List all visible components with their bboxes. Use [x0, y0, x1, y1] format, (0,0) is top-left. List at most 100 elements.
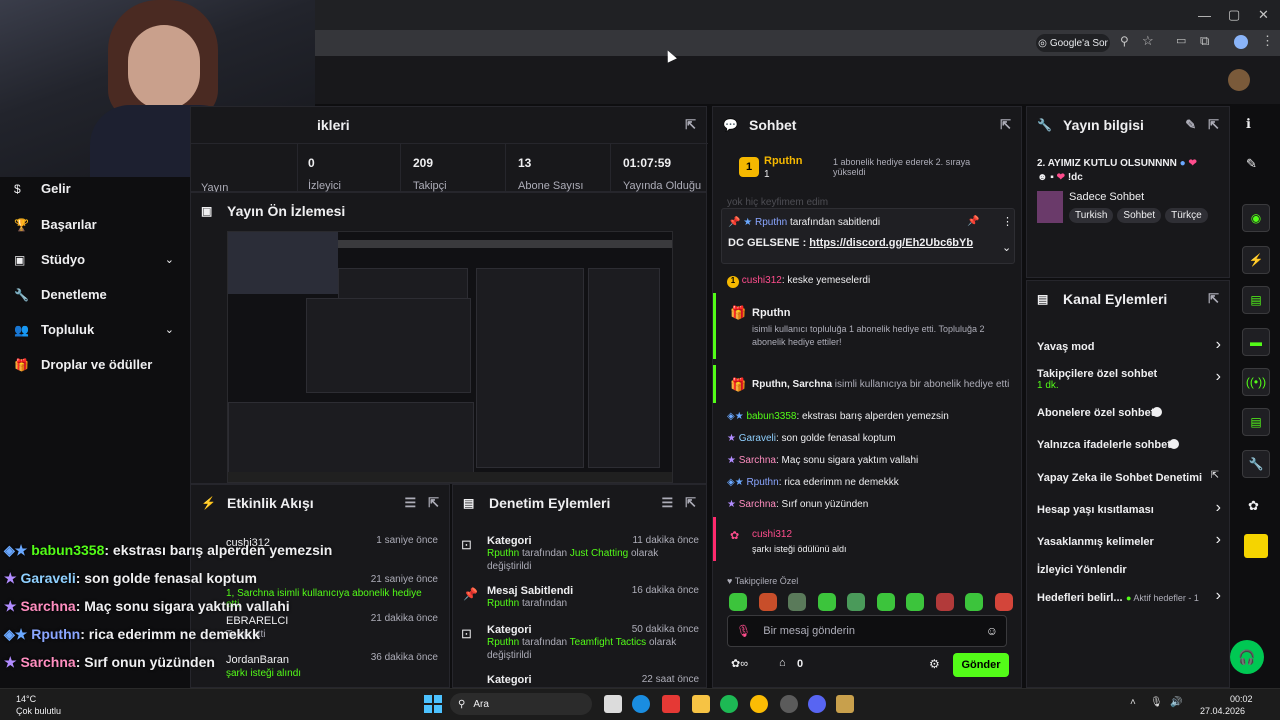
sidebar-item-drops[interactable]: 🎁 Droplar ve ödüller: [14, 357, 152, 372]
unpin-icon[interactable]: 📌: [967, 216, 979, 227]
tag[interactable]: Turkish: [1069, 208, 1114, 223]
clock-date[interactable]: 27.04.2026: [1200, 706, 1245, 716]
chat-input[interactable]: 🎙 Bir mesaj gönderin ☺: [727, 615, 1007, 647]
action-banned-words[interactable]: Yasaklanmış kelimeler ›: [1037, 531, 1221, 548]
chevron-down-icon[interactable]: ⌄: [1002, 241, 1011, 254]
chrome-icon[interactable]: [750, 695, 768, 713]
discord-link[interactable]: https://discord.gg/Eh2Ubc6bYb: [809, 237, 973, 249]
microphone-icon[interactable]: 🎙: [736, 624, 751, 638]
stats-panel: ikleri ⇱ Yayın 0 İzleyici 209 Takipçi 13…: [190, 106, 708, 194]
maximize-icon[interactable]: ▢: [1228, 7, 1240, 23]
preview-browserbar: [338, 240, 672, 248]
profile-avatar[interactable]: [1234, 35, 1248, 49]
stream-preview-video[interactable]: [227, 231, 673, 483]
popout-icon[interactable]: ⇱: [428, 495, 439, 511]
microphone-icon[interactable]: 🎙: [1150, 697, 1163, 708]
cast-icon[interactable]: ▭: [1176, 34, 1186, 47]
filter-icon[interactable]: ☰: [404, 495, 416, 511]
emote-icon[interactable]: [994, 593, 1013, 611]
popout-icon[interactable]: ⇱: [685, 117, 696, 133]
chat-bubble-icon[interactable]: ▬: [1242, 328, 1270, 356]
preview-stats: [338, 268, 468, 300]
filter-icon[interactable]: ☰: [661, 495, 673, 511]
stats-title: ikleri: [317, 117, 350, 133]
windows-start-icon[interactable]: [424, 695, 442, 713]
support-headset-icon[interactable]: 🎧: [1230, 640, 1264, 674]
category-thumbnail[interactable]: [1037, 191, 1063, 223]
broadcast-icon[interactable]: ((•)): [1242, 368, 1270, 396]
points-icon[interactable]: ✿: [1248, 498, 1259, 514]
chevron-right-icon: ›: [1215, 368, 1221, 385]
emote-icon[interactable]: [729, 593, 747, 611]
action-subscribers-only[interactable]: Abonelere özel sohbet: [1037, 405, 1221, 419]
edge-browser-icon[interactable]: [632, 695, 650, 713]
sidebar-item-revenue[interactable]: $ Gelir: [14, 181, 71, 196]
sidebar-item-studio[interactable]: ▣ Stüdyo ⌄: [14, 252, 174, 267]
edit-pencil-icon[interactable]: ✎: [1185, 117, 1196, 133]
more-options-icon[interactable]: ⋮: [1002, 215, 1013, 228]
obs-icon[interactable]: [780, 695, 798, 713]
task-view-icon[interactable]: [604, 695, 622, 713]
emote-icon[interactable]: [758, 593, 777, 611]
discord-icon[interactable]: [808, 695, 826, 713]
bolt-icon[interactable]: ⚡: [1242, 246, 1270, 274]
list-item: 📌 Mesaj Sabitlendi 16 dakika önce Rputhn…: [463, 585, 699, 609]
bookmark-star-icon[interactable]: ☆: [1142, 33, 1154, 49]
sidebar-item-moderation[interactable]: 🔧 Denetleme: [14, 287, 107, 302]
emote-icon[interactable]: [935, 593, 954, 611]
chat-message: 1 cushi312: keske yemeselerdi: [727, 275, 870, 288]
emote-icon[interactable]: [788, 593, 807, 611]
browser-menu-icon[interactable]: ⋮: [1261, 33, 1274, 49]
google-ask-button[interactable]: ◎ Google'a Sor: [1036, 34, 1110, 52]
emote-icon[interactable]: [817, 593, 836, 611]
action-account-age[interactable]: Hesap yaşı kısıtlaması ›: [1037, 499, 1221, 516]
wrench-icon[interactable]: 🔧: [1242, 450, 1270, 478]
action-raid[interactable]: İzleyici Yönlendir: [1037, 562, 1221, 576]
points-icon[interactable]: ✿∞: [731, 657, 748, 670]
popout-icon[interactable]: ⇱: [1208, 117, 1219, 133]
emote-icon[interactable]: [876, 593, 895, 611]
action-emotes-only[interactable]: Yalnızca ifadelerle sohbet: [1037, 437, 1221, 451]
emote-icon[interactable]: [965, 593, 984, 611]
sidebar-item-achievements[interactable]: 🏆 Başarılar: [14, 217, 97, 232]
camera-icon[interactable]: ◉: [1242, 204, 1270, 232]
spotify-icon[interactable]: [720, 695, 738, 713]
chest-icon[interactable]: ⌂: [779, 657, 786, 669]
action-followers-only[interactable]: Takipçilere özel sohbet 1 dk. ›: [1037, 366, 1221, 391]
send-button[interactable]: Gönder: [953, 653, 1009, 677]
close-icon[interactable]: ✕: [1258, 7, 1269, 23]
extensions-icon[interactable]: ⧉: [1200, 33, 1209, 49]
info-icon[interactable]: ℹ: [1246, 116, 1251, 132]
minimize-icon[interactable]: —: [1198, 8, 1211, 23]
emoji-icon[interactable]: ☺: [986, 624, 998, 638]
settings-gear-icon[interactable]: ⚙: [929, 657, 940, 671]
app-p-icon[interactable]: [662, 695, 680, 713]
game-icon[interactable]: [1244, 534, 1268, 558]
clock-time[interactable]: 00:02: [1230, 694, 1253, 704]
pinned-message[interactable]: 📌 ★ Rputhn tarafından sabitlendi 📌 ⋮ DC …: [721, 208, 1015, 264]
chevron-right-icon: ›: [1215, 531, 1221, 548]
action-slow-mode[interactable]: Yavaş mod ›: [1037, 336, 1221, 353]
external-link-icon: ⇱: [1210, 470, 1219, 481]
zoom-icon[interactable]: ⚲: [1120, 34, 1129, 48]
sidebar-item-community[interactable]: 👥 Topluluk ⌄: [14, 322, 174, 337]
volume-icon[interactable]: 🔊: [1170, 697, 1182, 708]
server-icon[interactable]: ▤: [1242, 408, 1270, 436]
tag[interactable]: Türkçe: [1165, 208, 1208, 223]
tray-chevron-up-icon[interactable]: ˄: [1130, 697, 1136, 708]
user-avatar[interactable]: [1228, 69, 1250, 91]
document-icon[interactable]: ▤: [1242, 286, 1270, 314]
popout-icon[interactable]: ⇱: [1208, 291, 1219, 307]
action-ai-moderation[interactable]: Yapay Zeka ile Sohbet Denetimi ⇱: [1037, 470, 1221, 484]
file-explorer-icon[interactable]: [692, 695, 710, 713]
popout-icon[interactable]: ⇱: [1000, 117, 1011, 133]
edit-pencil-icon[interactable]: ✎: [1246, 156, 1257, 172]
tag[interactable]: Sohbet: [1117, 208, 1162, 223]
emote-icon[interactable]: [847, 593, 866, 611]
taskbar-search[interactable]: ⚲ Ara: [450, 693, 592, 715]
weather-temp[interactable]: 14°C: [16, 694, 36, 704]
action-goals[interactable]: Hedefleri belirl... ● Aktif hedefler - 1…: [1037, 587, 1221, 604]
popout-icon[interactable]: ⇱: [685, 495, 696, 511]
emote-icon[interactable]: [906, 593, 925, 611]
app-icon[interactable]: [836, 695, 854, 713]
